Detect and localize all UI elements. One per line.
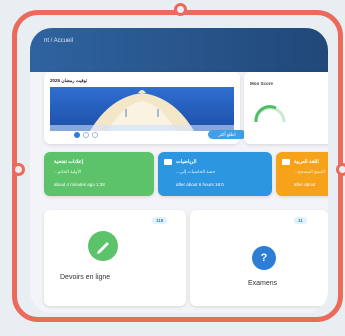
notice-card-3[interactable]: اللغة العربية ...النسخ المصحح after abou… bbox=[276, 152, 328, 196]
carousel-dot[interactable] bbox=[92, 132, 98, 138]
notice-title-3: اللغة العربية bbox=[294, 159, 319, 165]
announcement-title: توقيت رمضان 2025 bbox=[50, 78, 88, 83]
app-screen: nt / Accueil توقيت رمضان 2025 اطلع أكثر bbox=[30, 28, 328, 313]
notice-desc-2: ...حصة الحاسبات إلى bbox=[176, 169, 216, 174]
module-card-examens[interactable]: 11 ? Examens bbox=[190, 210, 328, 306]
module-label-examens: Examens bbox=[248, 280, 278, 287]
frame-knob-right bbox=[336, 163, 345, 176]
video-icon bbox=[282, 159, 290, 165]
notice-meta-3: after about bbox=[294, 182, 316, 187]
module-count-badge: 11 bbox=[294, 217, 307, 224]
notice-desc-3: ...النسخ المصحح bbox=[294, 169, 325, 174]
module-count-badge: 118 bbox=[152, 217, 168, 224]
notice-card-1[interactable]: إعلانات تفتحية ...الأولية الخاتم about 4… bbox=[44, 152, 154, 196]
read-more-button[interactable]: اطلع أكثر bbox=[208, 130, 246, 139]
notice-title-1: إعلانات تفتحية bbox=[54, 159, 84, 165]
module-card-devoirs[interactable]: 118 Devoirs en ligne bbox=[44, 210, 186, 306]
notice-card-2[interactable]: الرياضيات ...حصة الحاسبات إلى after abou… bbox=[158, 152, 272, 196]
carousel-dot[interactable] bbox=[83, 132, 89, 138]
question-icon: ? bbox=[252, 246, 276, 270]
score-title: Mon Score bbox=[250, 81, 274, 86]
announcement-banner-image bbox=[50, 87, 234, 131]
score-gauge-icon bbox=[254, 105, 286, 123]
pencil-icon bbox=[88, 231, 118, 261]
notice-meta-1: about 4 minutes ago 1:38 bbox=[54, 182, 105, 187]
module-label-devoirs: Devoirs en ligne bbox=[60, 274, 111, 281]
video-icon bbox=[164, 159, 172, 165]
notice-title-2: الرياضيات bbox=[176, 159, 197, 165]
score-card[interactable]: Mon Score bbox=[244, 72, 328, 144]
announcement-card[interactable]: توقيت رمضان 2025 اطلع أكثر bbox=[44, 72, 246, 144]
notice-desc-1: ...الأولية الخاتم bbox=[54, 169, 82, 174]
frame-knob-top bbox=[174, 3, 187, 16]
carousel-dot-active[interactable] bbox=[74, 132, 80, 138]
top-bar: nt / Accueil bbox=[30, 28, 328, 72]
frame-knob-left bbox=[12, 163, 25, 176]
notice-meta-2: after about 6 hours 16:0 bbox=[176, 182, 224, 187]
breadcrumb[interactable]: nt / Accueil bbox=[44, 38, 73, 44]
